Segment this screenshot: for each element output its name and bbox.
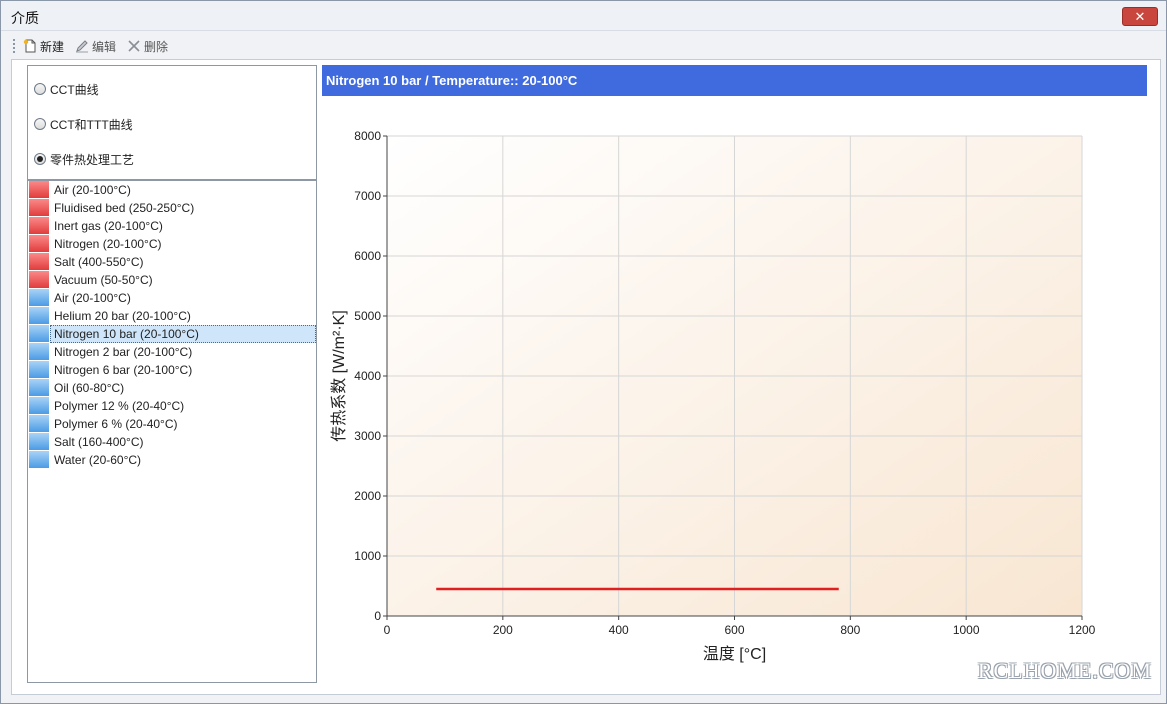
- x-tick-label: 1000: [953, 623, 980, 637]
- edit-button[interactable]: 编辑: [75, 37, 116, 55]
- x-tick-label: 200: [493, 623, 513, 637]
- media-color-swatch: [29, 433, 49, 451]
- media-color-swatch: [29, 253, 49, 271]
- new-document-icon: [23, 39, 36, 53]
- list-item[interactable]: Nitrogen (20-100°C): [28, 235, 316, 253]
- list-item[interactable]: Salt (160-400°C): [28, 433, 316, 451]
- y-tick-label: 3000: [354, 429, 381, 443]
- media-color-swatch: [29, 451, 49, 469]
- view-mode-radio-group: CCT曲线 CCT和TTT曲线 零件热处理工艺: [27, 65, 317, 180]
- list-item[interactable]: Vacuum (50-50°C): [28, 271, 316, 289]
- edit-pencil-icon: [76, 40, 88, 53]
- y-tick-label: 7000: [354, 189, 381, 203]
- media-list[interactable]: Air (20-100°C) Fluidised bed (250-250°C) I…: [27, 180, 317, 683]
- y-tick-label: 8000: [354, 129, 381, 143]
- media-color-swatch: [29, 415, 49, 433]
- list-item-label: Air (20-100°C): [54, 291, 131, 305]
- media-color-swatch: [29, 181, 49, 199]
- radio-option-label: CCT曲线: [50, 82, 99, 97]
- y-tick-label: 0: [374, 609, 381, 623]
- edit-button-label: 编辑: [92, 39, 117, 54]
- window-title: 介质: [11, 10, 39, 26]
- chart-panel: Nitrogen 10 bar / Temperature:: 20-100°C…: [322, 65, 1147, 687]
- radio-option-label: 零件热处理工艺: [50, 152, 135, 167]
- radio-button-icon[interactable]: [34, 83, 46, 95]
- list-item-label: Oil (60-80°C): [54, 381, 125, 395]
- x-axis-title: 温度 [°C]: [703, 645, 766, 663]
- list-item-label: Polymer 6 % (20-40°C): [54, 417, 178, 431]
- media-color-swatch: [29, 325, 49, 343]
- toolbar-grip[interactable]: [13, 39, 16, 53]
- x-tick-label: 600: [724, 623, 744, 637]
- y-tick-label: 1000: [354, 549, 381, 563]
- delete-button[interactable]: 删除: [127, 37, 168, 55]
- new-button-label: 新建: [40, 39, 65, 54]
- media-color-swatch: [29, 235, 49, 253]
- list-item-label: Nitrogen 2 bar (20-100°C): [54, 345, 193, 359]
- list-item-label: Fluidised bed (250-250°C): [54, 201, 195, 215]
- new-button[interactable]: 新建: [23, 37, 64, 55]
- list-item-label: Inert gas (20-100°C): [54, 219, 163, 233]
- y-axis-title: 传热系数 [W/m²·K]: [330, 310, 348, 442]
- radio-button-icon[interactable]: [34, 153, 46, 165]
- list-item-label: Vacuum (50-50°C): [54, 273, 153, 287]
- list-item-label: Salt (160-400°C): [54, 435, 144, 449]
- close-button[interactable]: ✕: [1122, 7, 1158, 26]
- x-tick-label: 1200: [1069, 623, 1096, 637]
- y-tick-label: 5000: [354, 309, 381, 323]
- list-item-label: Nitrogen 6 bar (20-100°C): [54, 363, 193, 377]
- x-tick-label: 0: [384, 623, 391, 637]
- radio-option-2[interactable]: CCT和TTT曲线: [34, 115, 133, 133]
- y-tick-label: 2000: [354, 489, 381, 503]
- media-dialog: 介质 ✕ 新建 编辑 删除 CCT曲线 CCT和TTT曲线零件热处理工艺 Air…: [0, 0, 1167, 704]
- list-item[interactable]: Salt (400-550°C): [28, 253, 316, 271]
- list-item[interactable]: Inert gas (20-100°C): [28, 217, 316, 235]
- heat-transfer-chart: 0 200 400 600 800 1000 1200 0 1000 2000 3000 4000 50…: [330, 129, 1096, 663]
- toolbar: 新建 编辑 删除: [11, 33, 1161, 59]
- list-item[interactable]: Helium 20 bar (20-100°C): [28, 307, 316, 325]
- list-item[interactable]: Polymer 6 % (20-40°C): [28, 415, 316, 433]
- list-item[interactable]: Polymer 12 % (20-40°C): [28, 397, 316, 415]
- media-color-swatch: [29, 343, 49, 361]
- y-tick-label: 6000: [354, 249, 381, 263]
- radio-option-label: CCT和TTT曲线: [50, 117, 133, 132]
- media-color-swatch: [29, 271, 49, 289]
- list-item-label: Nitrogen (20-100°C): [54, 237, 162, 251]
- list-item[interactable]: Air (20-100°C): [28, 289, 316, 307]
- x-tick-label: 400: [609, 623, 629, 637]
- watermark: RCLHOME.COM: [977, 658, 1152, 683]
- list-item-label: Nitrogen 10 bar (20-100°C): [54, 327, 199, 341]
- radio-button-icon[interactable]: [34, 118, 46, 130]
- media-color-swatch: [29, 307, 49, 325]
- media-color-swatch: [29, 289, 49, 307]
- delete-x-icon: [128, 40, 140, 52]
- list-item-label: Salt (400-550°C): [54, 255, 144, 269]
- media-color-swatch: [29, 199, 49, 217]
- list-item-label: Water (20-60°C): [54, 453, 142, 467]
- media-color-swatch: [29, 397, 49, 415]
- content-area: CCT曲线 CCT和TTT曲线 零件热处理工艺 Air (20-100°C) Flui…: [11, 59, 1161, 695]
- list-item-label: Helium 20 bar (20-100°C): [54, 309, 191, 323]
- x-tick-label: 800: [840, 623, 860, 637]
- chart-header: Nitrogen 10 bar / Temperature:: 20-100°C: [322, 65, 1147, 96]
- chart-area: 0 200 400 600 800 1000 1200 0 1000 2000 3000 4000 50…: [322, 96, 1147, 687]
- list-item-label: Air (20-100°C): [54, 183, 131, 197]
- media-color-swatch: [29, 217, 49, 235]
- list-item-label: Polymer 12 % (20-40°C): [54, 399, 185, 413]
- list-item[interactable]: Fluidised bed (250-250°C): [28, 199, 316, 217]
- list-item[interactable]: Oil (60-80°C): [28, 379, 316, 397]
- list-item[interactable]: Water (20-60°C): [28, 451, 316, 469]
- media-color-swatch: [29, 361, 49, 379]
- radio-option-1[interactable]: CCT曲线: [34, 80, 99, 98]
- delete-button-label: 删除: [144, 39, 169, 54]
- title-bar[interactable]: 介质 ✕: [1, 1, 1166, 31]
- list-item[interactable]: Nitrogen 2 bar (20-100°C): [28, 343, 316, 361]
- radio-option-3[interactable]: 零件热处理工艺: [34, 150, 134, 168]
- list-item[interactable]: Nitrogen 10 bar (20-100°C): [28, 325, 316, 343]
- list-item[interactable]: Nitrogen 6 bar (20-100°C): [28, 361, 316, 379]
- list-item[interactable]: Air (20-100°C): [28, 181, 316, 199]
- media-color-swatch: [29, 379, 49, 397]
- y-tick-label: 4000: [354, 369, 381, 383]
